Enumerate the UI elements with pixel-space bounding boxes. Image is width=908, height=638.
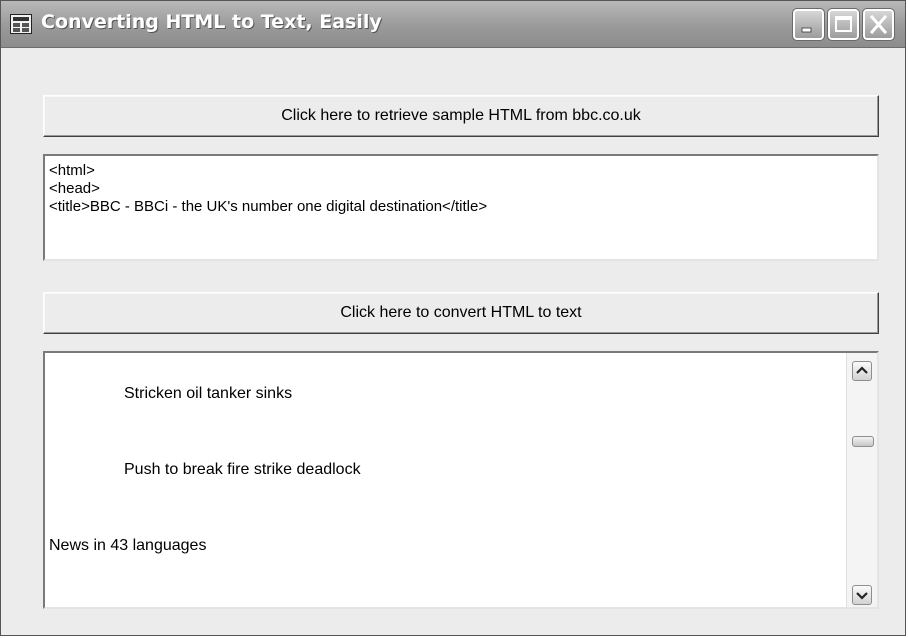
text-output-line: News in 43 languages [49, 537, 207, 554]
vertical-scrollbar[interactable] [846, 353, 877, 607]
title-bar[interactable]: Converting HTML to Text, Easily [1, 1, 905, 48]
scroll-up-icon [856, 366, 868, 374]
text-output-line: Stricken oil tanker sinks [124, 385, 293, 402]
html-source-textbox[interactable]: <html> <head> <title>BBC - BBCi - the UK… [43, 154, 879, 261]
window-title: Converting HTML to Text, Easily [41, 11, 382, 33]
close-button[interactable] [862, 8, 895, 41]
maximize-icon [835, 16, 852, 32]
html-source-line: <html> [49, 162, 95, 179]
html-source-line: <title>BBC - BBCi - the UK's number one … [49, 198, 488, 215]
scrollbar-thumb[interactable] [852, 436, 874, 447]
scroll-down-button[interactable] [852, 585, 872, 605]
scroll-down-icon [856, 592, 868, 600]
minimize-button[interactable] [792, 8, 825, 41]
window-app-icon[interactable] [10, 14, 32, 34]
text-output-line: Push to break fire strike deadlock [124, 461, 361, 478]
close-icon [869, 14, 888, 35]
convert-html-button[interactable]: Click here to convert HTML to text [43, 292, 879, 334]
maximize-button[interactable] [827, 8, 860, 41]
retrieve-html-button[interactable]: Click here to retrieve sample HTML from … [43, 95, 879, 137]
minimize-icon [801, 27, 812, 33]
scroll-up-button[interactable] [852, 361, 872, 381]
converted-text-textbox[interactable]: Stricken oil tanker sinks Push to break … [43, 351, 879, 609]
html-source-line: <head> [49, 180, 100, 197]
app-window: Converting HTML to Text, Easily Click he… [0, 0, 906, 636]
